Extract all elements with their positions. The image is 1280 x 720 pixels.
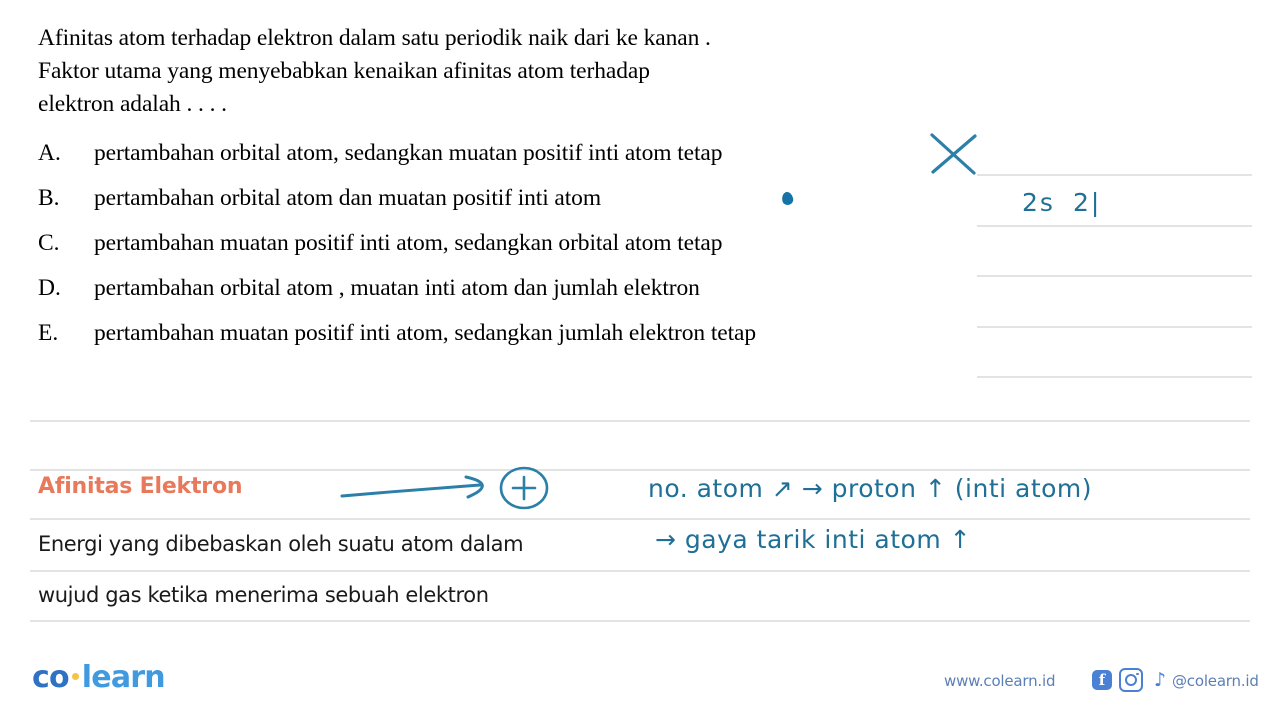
notepad-note-part1: 2s — [1022, 188, 1055, 217]
footer-website-url[interactable]: www.colearn.id — [944, 672, 1055, 690]
option-a-letter: A. — [38, 140, 61, 166]
option-d-letter: D. — [38, 275, 61, 301]
logo-text-learn: learn — [81, 660, 166, 695]
footer-social-icons: f ♪ — [1092, 668, 1170, 692]
question-block: Afinitas atom terhadap elektron dalam sa… — [0, 0, 960, 121]
divider-line — [30, 570, 1250, 572]
glossary-definition-line-1: Energi yang dibebaskan oleh suatu atom d… — [38, 532, 524, 556]
colearn-logo: co learn — [32, 660, 166, 695]
option-b-label: pertambahan orbital atom dan muatan posi… — [94, 185, 601, 211]
option-c-letter: C. — [38, 230, 60, 256]
arrow-to-plus-annotation-icon — [340, 466, 549, 510]
divider-line — [30, 620, 1250, 622]
notepad-note-part2: 2| — [1072, 188, 1102, 217]
instagram-icon[interactable] — [1119, 668, 1143, 692]
question-line-1: Afinitas atom terhadap elektron dalam sa… — [38, 25, 711, 51]
divider-line — [30, 469, 1250, 471]
handwritten-note-line-2: → gaya tarik inti atom ↑ — [655, 525, 972, 554]
notepad-ruled-lines — [977, 130, 1252, 395]
tiktok-icon[interactable]: ♪ — [1150, 670, 1170, 690]
question-line-2: Faktor utama yang menyebabkan kenaikan a… — [38, 58, 650, 84]
option-a[interactable]: A. pertambahan orbital atom, sedangkan m… — [38, 137, 968, 170]
footer-social-handle[interactable]: @colearn.id — [1172, 672, 1259, 690]
option-e[interactable]: E. pertambahan muatan positif inti atom,… — [38, 317, 968, 350]
rule-line — [977, 225, 1252, 227]
option-d[interactable]: D. pertambahan orbital atom , muatan int… — [38, 272, 968, 305]
rule-line — [977, 275, 1252, 277]
question-line-3: elektron adalah . . . . — [38, 91, 227, 117]
option-c-label: pertambahan muatan positif inti atom, se… — [94, 230, 723, 256]
option-e-letter: E. — [38, 320, 59, 346]
divider-line — [30, 518, 1250, 520]
handwritten-notepad-note: 2s 2| — [1022, 188, 1101, 217]
rule-line — [977, 174, 1252, 176]
option-d-label: pertambahan orbital atom , muatan inti a… — [94, 275, 700, 301]
logo-dot-icon — [71, 672, 79, 680]
option-a-label: pertambahan orbital atom, sedangkan muat… — [94, 140, 723, 166]
option-b[interactable]: B. pertambahan orbital atom dan muatan p… — [38, 182, 968, 215]
logo-text-co: co — [32, 660, 70, 695]
facebook-icon[interactable]: f — [1092, 670, 1112, 690]
option-e-label: pertambahan muatan positif inti atom, se… — [94, 320, 757, 346]
answer-options-list: A. pertambahan orbital atom, sedangkan m… — [38, 137, 968, 362]
glossary-definition-line-2: wujud gas ketika menerima sebuah elektro… — [38, 583, 489, 607]
handwritten-note-line-1: no. atom ↗ → proton ↑ (inti atom) — [648, 474, 1093, 503]
rule-line — [977, 376, 1252, 378]
divider-line — [30, 420, 1250, 422]
option-b-letter: B. — [38, 185, 60, 211]
glossary-term-title: Afinitas Elektron — [38, 474, 243, 499]
rule-line — [977, 326, 1252, 328]
option-c[interactable]: C. pertambahan muatan positif inti atom,… — [38, 227, 968, 260]
